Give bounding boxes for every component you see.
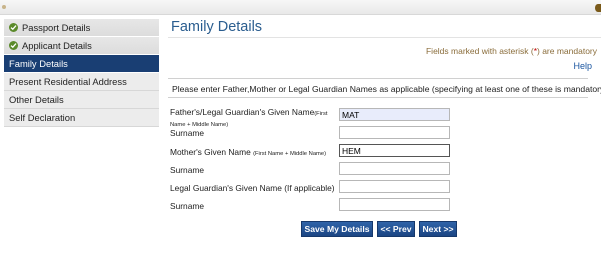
mother-given-name-hint: (First Name + Middle Name) [253,151,327,157]
instructions-top-divider [168,78,588,79]
prev-button[interactable]: << Prev [377,221,415,237]
mother-surname-label: Surname [170,165,204,175]
title-divider [168,37,601,38]
sidebar-item-label: Self Declaration [9,112,76,123]
father-surname-label: Surname [170,128,204,138]
browser-top-bar [0,0,601,15]
instructions-bottom-divider [168,97,588,98]
sidebar-item-self-declaration[interactable]: Self Declaration [4,109,159,127]
guardian-given-name-input[interactable] [339,180,450,193]
next-button[interactable]: Next >> [419,221,457,237]
sidebar-item-label: Other Details [9,94,64,105]
sidebar-item-label: Present Residential Address [9,76,127,87]
check-icon [9,23,18,32]
check-icon [9,41,18,50]
sidebar-nav: Passport Details Applicant Details Famil… [4,19,159,127]
father-given-name-hint-1: (First [314,111,328,117]
sidebar-item-passport-details[interactable]: Passport Details [4,19,159,37]
sidebar-item-applicant-details[interactable]: Applicant Details [4,37,159,55]
mandatory-note-suffix: ) are mandatory [537,46,597,56]
father-given-name-input[interactable] [339,108,450,121]
sidebar-item-present-residential-address[interactable]: Present Residential Address [4,73,159,91]
father-given-name-label: Father's/Legal Guardian's Given Name(Fir… [170,108,327,130]
guardian-given-name-label: Legal Guardian's Given Name (If applicab… [170,183,335,193]
sidebar-item-other-details[interactable]: Other Details [4,91,159,109]
instructions-text: Please enter Father,Mother or Legal Guar… [172,84,601,94]
mother-given-name-label: Mother's Given Name (First Name + Middle… [170,147,326,157]
window-dot-right [595,4,601,12]
mother-surname-input[interactable] [339,162,450,175]
guardian-surname-input[interactable] [339,198,450,211]
mother-given-name-label-text: Mother's Given Name [170,147,251,157]
sidebar-item-label: Family Details [9,58,68,69]
sidebar-item-family-details[interactable]: Family Details [4,55,159,73]
save-my-details-button[interactable]: Save My Details [301,221,373,237]
mother-given-name-input[interactable] [339,144,450,157]
help-link[interactable]: Help [573,61,592,71]
window-dot-left [2,5,6,9]
sidebar-item-label: Passport Details [22,22,91,33]
page-title: Family Details [171,19,263,35]
sidebar-item-label: Applicant Details [22,40,92,51]
mandatory-note-prefix: Fields marked with asterisk ( [425,46,534,56]
father-surname-input[interactable] [339,126,450,139]
guardian-surname-label: Surname [170,201,204,211]
mandatory-note: Fields marked with asterisk (*) are mand… [426,46,597,56]
father-given-name-label-text: Father's/Legal Guardian's Given Name [170,107,315,117]
